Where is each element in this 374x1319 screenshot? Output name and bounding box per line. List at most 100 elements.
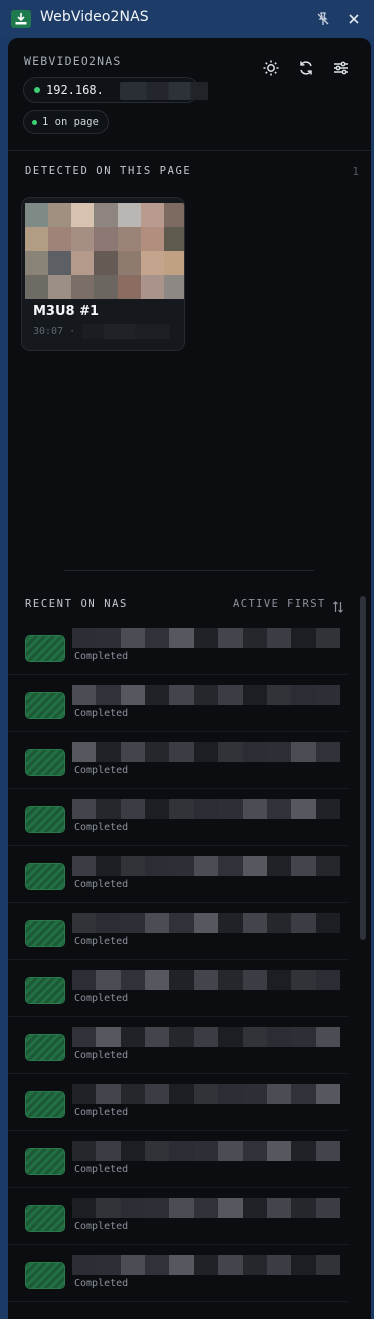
redacted-block [291,799,316,819]
redacted-block [120,1141,146,1161]
theme-toggle-sun-icon[interactable] [262,59,280,77]
redacted-block [96,628,121,648]
sort-order-button[interactable]: ACTIVE FIRST [233,598,326,610]
download-thumbnail [25,1148,65,1175]
redacted-block [72,685,97,705]
recent-section-label: RECENT ON NAS [25,598,128,610]
refresh-icon[interactable] [297,59,315,77]
main-panel: WEBVIDEO2NAS 192.168. 1 on page DETECTED… [8,38,371,1319]
download-thumbnail [25,863,65,890]
detected-media-card[interactable]: M3U8 #1 30:07 · [21,197,185,351]
recent-download-row[interactable]: Completed [8,846,348,903]
page-status-dot [32,120,37,125]
redacted-block [169,1141,194,1161]
redacted-block [218,1141,243,1161]
redacted-block [169,799,194,819]
redacted-media-info [82,324,170,339]
thumbnail-pixel [48,251,72,275]
redacted-block [193,1027,219,1047]
sort-arrows-icon[interactable] [332,598,344,613]
redacted-block [193,1198,219,1218]
section-divider [64,570,314,571]
thumbnail-pixel [163,275,184,299]
redacted-title [72,1255,340,1275]
recent-download-row[interactable]: Completed [8,732,348,789]
redacted-block [96,913,121,933]
list-scrollbar[interactable] [360,596,366,940]
server-status-pill[interactable]: 192.168. [23,77,208,103]
redacted-block [120,628,146,648]
download-thumbnail [25,920,65,947]
redacted-block [242,1141,267,1161]
redacted-block [266,685,292,705]
redacted-block [169,1198,194,1218]
detected-section-label: DETECTED ON THIS PAGE [25,165,192,177]
redacted-block [315,1141,340,1161]
settings-sliders-icon[interactable] [332,59,350,77]
thumbnail-pixel [163,203,184,227]
redacted-block [145,1084,170,1104]
redacted-block [218,913,243,933]
thumbnail-pixel [48,203,72,227]
recent-download-row[interactable]: Completed [8,1074,348,1131]
redacted-block [72,1255,97,1275]
redacted-block [145,1141,170,1161]
recent-download-row[interactable]: Completed [8,1188,348,1245]
redacted-block [72,970,97,990]
redacted-block [193,1084,219,1104]
thumbnail-pixel [25,275,49,299]
redacted-block [169,1255,194,1275]
recent-download-row[interactable]: Completed [8,789,348,846]
redacted-block [169,1084,194,1104]
unpin-icon[interactable] [314,10,332,28]
redacted-block [315,799,340,819]
download-thumbnail [25,1091,65,1118]
recent-download-row[interactable]: Completed [8,1017,348,1074]
redacted-block [266,1084,292,1104]
redacted-block [193,799,219,819]
redacted-block [72,1141,97,1161]
redacted-block [218,970,243,990]
redacted-block [242,799,267,819]
thumbnail-pixel [71,251,95,275]
recent-download-row[interactable]: Completed [8,903,348,960]
redacted-block [218,1084,243,1104]
thumbnail-pixel [117,203,141,227]
redacted-block [72,1084,97,1104]
window-title: WebVideo2NAS [40,9,149,25]
redacted-block [145,628,170,648]
redacted-block [120,799,146,819]
redacted-block [218,856,243,876]
download-thumbnail [25,1205,65,1232]
redacted-block [291,913,316,933]
redacted-block [218,799,243,819]
recent-download-row[interactable]: Completed [8,675,348,732]
close-icon[interactable] [345,10,363,28]
recent-download-row[interactable]: Completed [8,618,348,675]
redacted-block [315,1027,340,1047]
redacted-block [218,1255,243,1275]
redacted-block [96,970,121,990]
redacted-block [169,685,194,705]
redacted-block [96,856,121,876]
thumbnail-pixel [71,227,95,251]
redacted-block [218,628,243,648]
redacted-title [72,1027,340,1047]
redacted-block [96,1141,121,1161]
recent-download-row[interactable]: Completed [8,1131,348,1188]
redacted-block [291,970,316,990]
download-thumbnail [25,635,65,662]
redacted-title [72,1198,340,1218]
redacted-title [72,970,340,990]
redacted-block [266,628,292,648]
redacted-block [242,1084,267,1104]
redacted-block [72,799,97,819]
recent-download-row[interactable]: Completed [8,960,348,1017]
redacted-block [266,970,292,990]
redacted-block [218,1198,243,1218]
thumbnail-pixel [140,203,164,227]
recent-download-row[interactable]: Completed [8,1245,348,1302]
thumbnail-pixel [140,275,164,299]
redacted-ip [120,82,208,100]
redacted-block [96,799,121,819]
